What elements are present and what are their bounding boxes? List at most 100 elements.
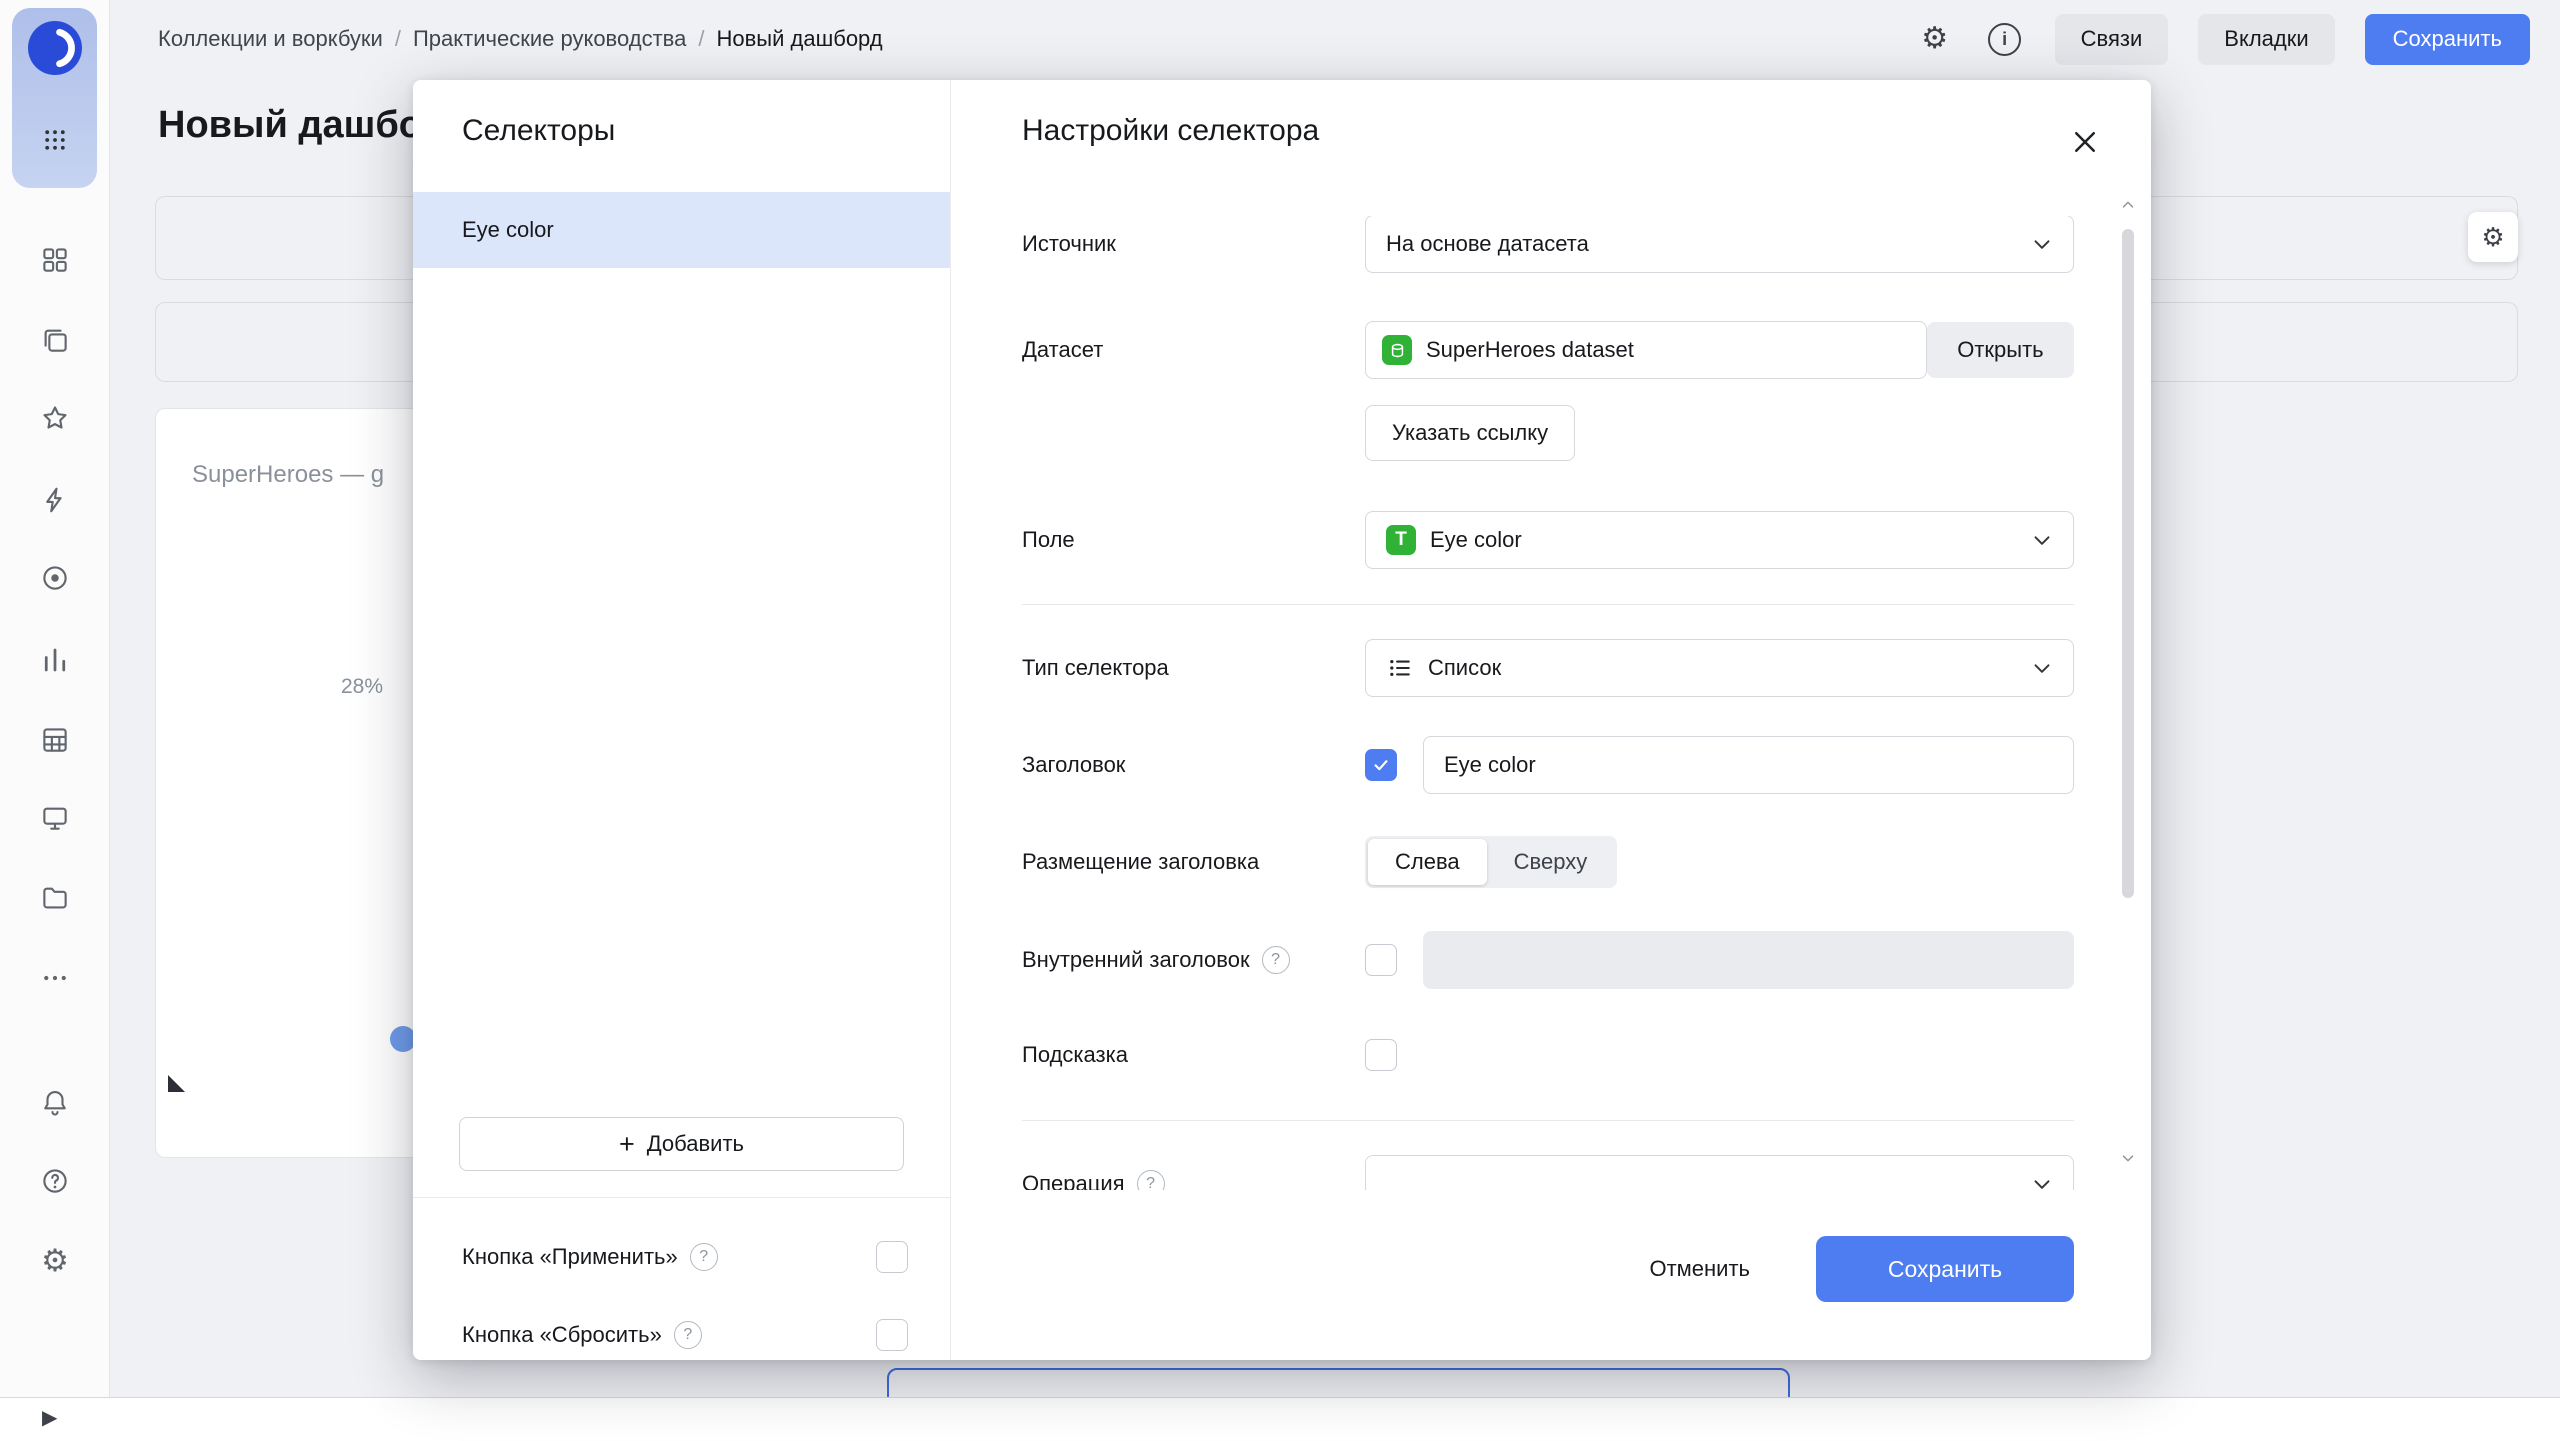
- sidebar-item-datasets[interactable]: [33, 718, 77, 762]
- resize-corner-icon[interactable]: [168, 1075, 185, 1092]
- selector-settings-modal: Селекторы Eye color Добавить Кнопка «При…: [413, 80, 2151, 1360]
- title-label: Заголовок: [1022, 752, 1126, 777]
- help-icon[interactable]: [1261, 946, 1290, 974]
- bell-icon: [44, 1090, 66, 1116]
- list-icon: [1386, 654, 1414, 682]
- sidebar-item-settings[interactable]: [33, 1239, 77, 1283]
- divider: [1022, 1120, 2074, 1121]
- selectors-panel-title: Селекторы: [462, 114, 616, 147]
- hint-checkbox[interactable]: [1365, 1039, 1397, 1071]
- apply-button-label: Кнопка «Применить»: [462, 1244, 678, 1269]
- open-dataset-button[interactable]: Открыть: [1926, 322, 2074, 378]
- sidebar-item-charts[interactable]: [33, 638, 77, 682]
- sidebar-item-monitoring[interactable]: [33, 556, 77, 600]
- monitor-icon: [43, 807, 67, 830]
- selector-type-label: Тип селектора: [1022, 655, 1169, 680]
- save-dashboard-button[interactable]: Сохранить: [2364, 13, 2530, 65]
- datalens-logo-icon[interactable]: [27, 21, 82, 75]
- sidebar-item-help[interactable]: [33, 1159, 77, 1203]
- bar-chart-icon: [44, 648, 66, 672]
- selector-type-value: Список: [1428, 655, 1502, 680]
- title-input[interactable]: [1423, 736, 2074, 794]
- inner-title-checkbox[interactable]: [1365, 944, 1397, 976]
- breadcrumb: Коллекции и воркбуки / Практические руко…: [158, 26, 883, 52]
- scroll-down-icon[interactable]: [2119, 1149, 2137, 1172]
- ellipsis-icon: [44, 975, 66, 981]
- close-icon: [2075, 132, 2095, 152]
- chevron-down-icon: [2029, 655, 2055, 681]
- folder-icon: [43, 887, 67, 909]
- help-icon[interactable]: [1136, 1170, 1165, 1190]
- source-value: На основе датасета: [1386, 231, 1589, 256]
- sidebar-item-storage[interactable]: [33, 876, 77, 920]
- selector-type-select[interactable]: Список: [1365, 639, 2074, 697]
- dataset-name: SuperHeroes dataset: [1426, 337, 1634, 362]
- field-type-text-icon: [1386, 525, 1416, 555]
- sidebar: [0, 0, 110, 1440]
- sidebar-item-functions[interactable]: [33, 478, 77, 522]
- all-services-grid-icon[interactable]: [33, 118, 77, 162]
- add-selector-button[interactable]: Добавить: [459, 1117, 904, 1171]
- help-icon[interactable]: [689, 1243, 718, 1271]
- source-label: Источник: [1022, 231, 1116, 256]
- breadcrumb-separator: /: [394, 26, 401, 51]
- field-select[interactable]: Eye color: [1365, 511, 2074, 569]
- relations-button[interactable]: Связи: [2054, 13, 2169, 65]
- app: Коллекции и воркбуки / Практические руко…: [0, 0, 2560, 1441]
- breadcrumb-collections[interactable]: Коллекции и воркбуки: [158, 26, 383, 52]
- operation-row: Операция: [951, 1155, 2151, 1190]
- sidebar-item-notifications[interactable]: [33, 1080, 77, 1124]
- reset-button-checkbox[interactable]: [876, 1319, 908, 1351]
- placement-label: Размещение заголовка: [1022, 849, 1260, 874]
- scrollbar-thumb[interactable]: [2122, 229, 2134, 898]
- cancel-button[interactable]: Отменить: [1633, 1246, 1766, 1292]
- operation-select[interactable]: [1365, 1155, 2074, 1190]
- settings-panel: Настройки селектора Источник На основе д…: [951, 80, 2151, 1360]
- dashboard-settings-button[interactable]: [1915, 19, 1955, 59]
- info-button[interactable]: [1985, 19, 2025, 59]
- lightning-icon: [46, 487, 62, 513]
- settings-panel-title: Настройки селектора: [1022, 114, 1320, 147]
- dataset-field[interactable]: SuperHeroes dataset: [1365, 321, 1927, 379]
- sidebar-item-workbooks[interactable]: [33, 318, 77, 362]
- table-icon: [43, 728, 67, 752]
- apply-button-checkbox[interactable]: [876, 1241, 908, 1273]
- chevron-down-icon: [2029, 527, 2055, 553]
- source-select[interactable]: На основе датасета: [1365, 216, 2074, 273]
- scrollbar: [2121, 201, 2135, 1164]
- reset-button-row: Кнопка «Сбросить»: [462, 1310, 908, 1360]
- inner-title-label: Внутренний заголовок: [1022, 947, 1250, 972]
- tabs-button[interactable]: Вкладки: [2198, 13, 2335, 65]
- scroll-up-icon[interactable]: [2119, 196, 2137, 219]
- expand-sidebar-icon[interactable]: ▶: [42, 1405, 57, 1430]
- logo-tile: [12, 8, 97, 188]
- selector-list-item[interactable]: Eye color: [413, 192, 950, 268]
- sidebar-item-presentations[interactable]: [33, 796, 77, 840]
- settings-form: Источник На основе датасета Датасет Supe…: [951, 216, 2151, 1190]
- placement-option-left[interactable]: Слева: [1368, 839, 1487, 885]
- sidebar-item-favorites[interactable]: [33, 396, 77, 440]
- panel-footer-options: Кнопка «Применить» Кнопка «Сбросить»: [413, 1197, 950, 1360]
- inner-title-input[interactable]: [1423, 931, 2074, 989]
- sidebar-item-dashboards[interactable]: [33, 238, 77, 282]
- star-icon: [43, 406, 67, 429]
- selectors-panel: Селекторы Eye color Добавить Кнопка «При…: [413, 80, 951, 1360]
- save-selector-button[interactable]: Сохранить: [1816, 1236, 2074, 1302]
- sidebar-item-more[interactable]: [33, 956, 77, 1000]
- dashboards-icon: [43, 248, 67, 272]
- dataset-label: Датасет: [1022, 337, 1104, 362]
- title-checkbox[interactable]: [1365, 749, 1397, 781]
- widget-settings-button[interactable]: [2468, 212, 2518, 262]
- selectors-list: Eye color: [413, 192, 950, 268]
- field-label: Поле: [1022, 527, 1075, 552]
- specify-link-button[interactable]: Указать ссылку: [1365, 405, 1576, 461]
- monitoring-icon: [43, 566, 67, 590]
- help-icon[interactable]: [673, 1321, 702, 1349]
- field-row: Поле Eye color: [951, 511, 2151, 569]
- selector-type-row: Тип селектора Список: [951, 639, 2151, 697]
- apply-button-row: Кнопка «Применить»: [462, 1232, 908, 1282]
- breadcrumb-workbook[interactable]: Практические руководства: [413, 26, 686, 52]
- placement-option-top[interactable]: Сверху: [1487, 839, 1615, 885]
- breadcrumb-current: Новый дашборд: [716, 26, 883, 51]
- close-button[interactable]: [2067, 124, 2103, 160]
